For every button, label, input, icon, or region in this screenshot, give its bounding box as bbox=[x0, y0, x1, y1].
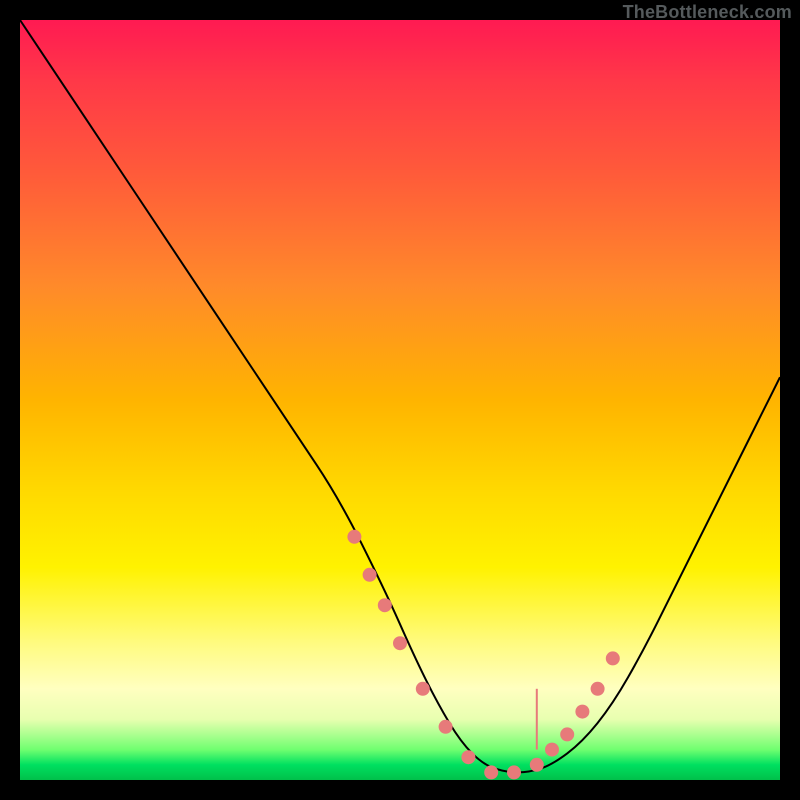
valley-dot bbox=[347, 530, 361, 544]
valley-dot bbox=[363, 568, 377, 582]
valley-dot bbox=[393, 636, 407, 650]
valley-dot bbox=[484, 765, 498, 779]
valley-dot bbox=[545, 743, 559, 757]
valley-dot bbox=[560, 727, 574, 741]
valley-dot bbox=[530, 758, 544, 772]
plot-area bbox=[20, 20, 780, 780]
bottleneck-curve bbox=[20, 20, 780, 772]
curve-svg bbox=[20, 20, 780, 780]
valley-dot bbox=[507, 765, 521, 779]
valley-dot bbox=[575, 705, 589, 719]
chart-frame: TheBottleneck.com bbox=[0, 0, 800, 800]
valley-dot bbox=[439, 720, 453, 734]
valley-dot bbox=[378, 598, 392, 612]
valley-dot bbox=[461, 750, 475, 764]
valley-dot bbox=[416, 682, 430, 696]
valley-dot bbox=[606, 651, 620, 665]
valley-dot bbox=[591, 682, 605, 696]
valley-dots-group bbox=[347, 530, 619, 780]
